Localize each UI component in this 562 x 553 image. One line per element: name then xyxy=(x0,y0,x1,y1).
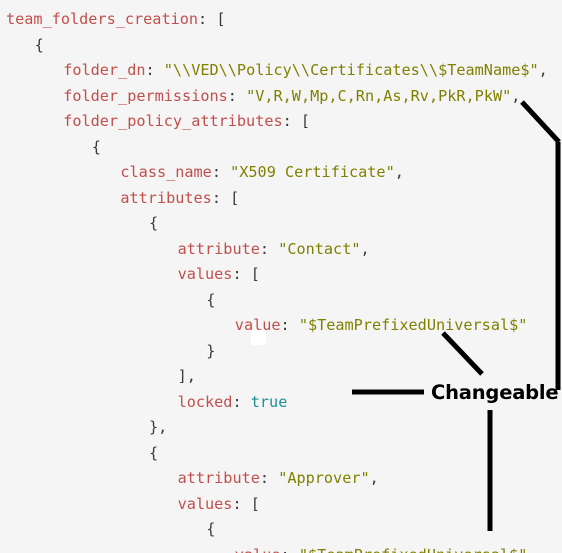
code-token-punct: , xyxy=(369,469,379,487)
white-box-artifact xyxy=(251,330,266,345)
code-token-string: "X509 Certificate" xyxy=(230,163,395,181)
code-token-punct: , xyxy=(538,61,548,79)
code-token-punct: : xyxy=(259,469,279,487)
code-line: attribute: "Approver", xyxy=(178,466,379,492)
code-token-punct: , xyxy=(394,163,404,181)
code-token-punct: : [ xyxy=(198,10,226,28)
code-token-key: folder_dn xyxy=(63,61,146,79)
code-line: { xyxy=(149,211,158,237)
code-token-punct: { xyxy=(34,35,44,54)
code-token-punct: : xyxy=(259,239,279,258)
code-line: values: [ xyxy=(178,262,260,288)
code-token-punct: { xyxy=(206,290,216,309)
code-token-key: attributes xyxy=(120,188,212,207)
code-line: } xyxy=(206,339,215,365)
code-token-punct: : [ xyxy=(232,494,260,513)
code-token-key: team_folders_creation xyxy=(6,10,199,28)
code-line: value: "$TeamPrefixedUniversal$" xyxy=(235,313,528,339)
code-line: ], xyxy=(178,364,196,390)
code-token-punct: , xyxy=(511,86,521,105)
screenshot-root: team_folders_creation: [{folder_dn: "\\V… xyxy=(0,0,562,553)
code-line: class_name: "X509 Certificate", xyxy=(120,160,403,186)
code-token-punct: , xyxy=(360,239,370,258)
code-token-punct: : [ xyxy=(282,112,311,130)
code-line: folder_permissions: "V,R,W,Mp,C,Rn,As,Rv… xyxy=(63,84,520,110)
code-line: attribute: "Contact", xyxy=(178,237,370,263)
code-token-key: values xyxy=(177,265,233,283)
code-line: value: "$TeamPrefixedUniversal$", xyxy=(235,543,537,553)
code-token-punct: : xyxy=(145,61,164,79)
code-line: locked: true xyxy=(178,390,288,416)
code-token-string: "V,R,W,Mp,C,Rn,As,Rv,PkR,PkW" xyxy=(246,86,512,105)
code-token-punct: : [ xyxy=(232,265,260,283)
code-token-key: values xyxy=(177,494,233,513)
code-token-punct: }, xyxy=(149,418,168,436)
code-token-punct: { xyxy=(206,520,216,538)
code-line: { xyxy=(35,33,44,59)
code-line: folder_policy_attributes: [ xyxy=(63,109,310,135)
code-token-bool: true xyxy=(250,392,288,411)
code-token-punct: { xyxy=(149,443,159,462)
code-line: }, xyxy=(149,415,167,441)
code-token-string: "\\VED\\Policy\\Certificates\\$TeamName$… xyxy=(163,61,539,79)
code-token-key: folder_policy_attributes xyxy=(63,112,283,130)
code-token-punct: } xyxy=(206,341,216,360)
code-token-string: "Approver" xyxy=(278,469,370,487)
code-line: { xyxy=(92,135,101,161)
code-line: attributes: [ xyxy=(120,186,239,212)
code-token-punct: ], xyxy=(177,367,196,385)
code-line: folder_dn: "\\VED\\Policy\\Certificates\… xyxy=(63,58,548,84)
code-token-punct: : [ xyxy=(211,188,240,207)
code-token-punct: { xyxy=(91,137,101,156)
code-token-punct: : xyxy=(280,316,299,334)
code-line: { xyxy=(149,441,158,467)
annotation-label: Changeable xyxy=(431,381,559,404)
code-token-punct: : xyxy=(227,86,247,105)
code-token-string: "Contact" xyxy=(278,239,361,258)
code-token-key: value xyxy=(235,546,281,553)
code-token-key: attribute xyxy=(177,469,260,487)
code-token-key: class_name xyxy=(120,163,212,181)
code-token-punct: { xyxy=(149,214,159,232)
code-line: { xyxy=(206,288,215,314)
code-line: { xyxy=(206,517,215,543)
code-token-punct: , xyxy=(527,546,536,553)
code-token-key: locked xyxy=(177,392,233,411)
code-token-string: "$TeamPrefixedUniversal$" xyxy=(299,546,528,553)
code-line: team_folders_creation: [ xyxy=(6,7,225,33)
code-token-punct: : xyxy=(232,392,251,411)
code-line: values: [ xyxy=(178,492,260,518)
code-token-punct: : xyxy=(281,546,299,553)
code-token-key: folder_permissions xyxy=(63,86,228,105)
code-token-punct: : xyxy=(211,163,231,181)
code-block[interactable]: team_folders_creation: [{folder_dn: "\\V… xyxy=(0,0,562,553)
code-token-key: attribute xyxy=(177,239,260,258)
code-token-string: "$TeamPrefixedUniversal$" xyxy=(298,316,528,334)
